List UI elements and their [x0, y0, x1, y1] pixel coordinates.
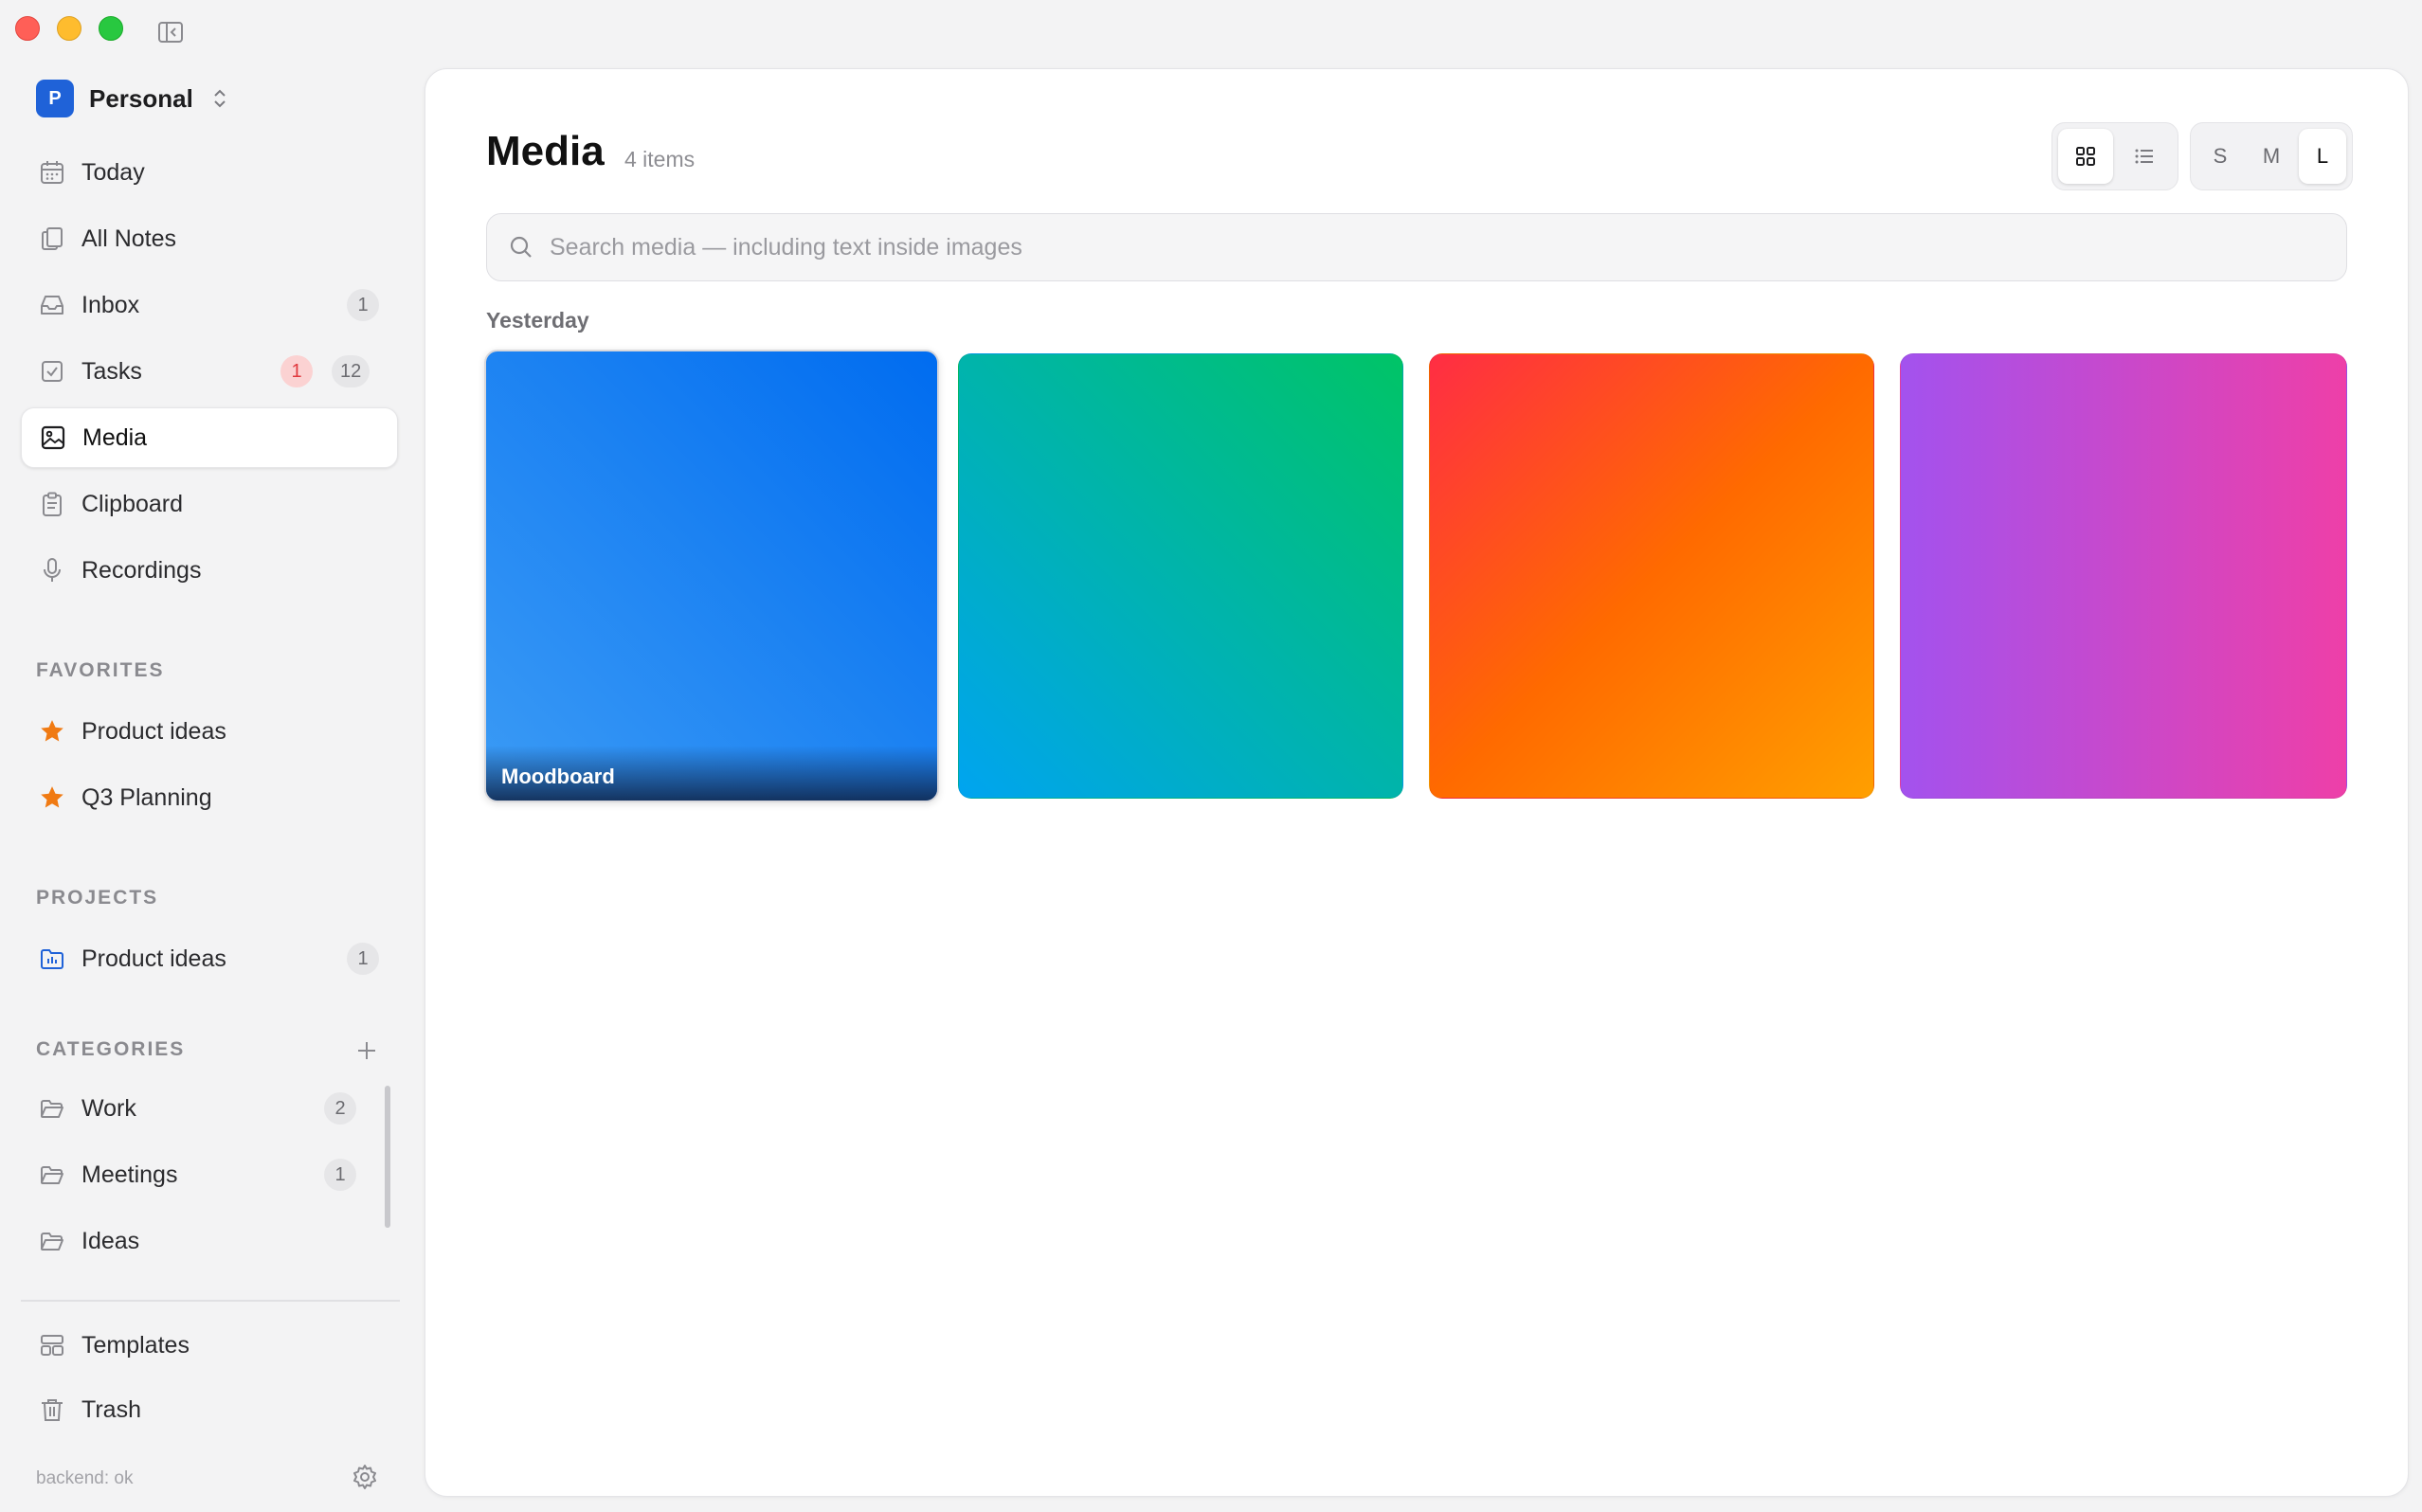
view-mode-toggle	[2051, 122, 2178, 190]
overdue-badge: 1	[280, 355, 313, 387]
category-item-meetings[interactable]: Meetings 1	[21, 1144, 373, 1205]
category-item-label: Work	[81, 1094, 136, 1122]
clipboard-icon	[38, 490, 66, 518]
star-icon	[38, 717, 66, 746]
checkbox-icon	[38, 357, 66, 386]
count-badge: 1	[347, 289, 379, 321]
workspace-switcher[interactable]: P Personal	[36, 80, 229, 117]
size-small-button[interactable]: S	[2196, 129, 2244, 184]
sidebar-item-label: Recordings	[81, 556, 202, 584]
favorite-item-label: Q3 Planning	[81, 783, 212, 811]
image-icon	[39, 423, 67, 452]
sidebar-item-label: Clipboard	[81, 490, 184, 517]
favorites-section-title: FAVORITES	[36, 659, 165, 681]
sidebar-item-today[interactable]: Today	[21, 142, 398, 203]
main-panel: Media 4 items S M L Yesterday Moodboard	[425, 68, 2409, 1497]
list-icon	[2135, 149, 2153, 164]
grid-icon	[2076, 147, 2095, 166]
search-bar	[486, 213, 2347, 281]
folder-icon	[38, 1161, 66, 1189]
sidebar-item-media[interactable]: Media	[21, 407, 398, 468]
folder-icon	[38, 1227, 66, 1255]
count-badge: 1	[347, 943, 379, 975]
sidebar-item-recordings[interactable]: Recordings	[21, 540, 398, 601]
sidebar-item-all-notes[interactable]: All Notes	[21, 208, 398, 269]
count-badge: 1	[324, 1159, 356, 1191]
star-icon	[38, 783, 66, 812]
sidebar-item-templates[interactable]: Templates	[21, 1315, 398, 1376]
search-input[interactable]	[550, 233, 2303, 261]
favorite-item-label: Product ideas	[81, 717, 226, 745]
folder-icon	[38, 1094, 66, 1123]
project-item-label: Product ideas	[81, 945, 226, 972]
workspace-avatar: P	[36, 80, 74, 117]
categories-section-title: CATEGORIES	[36, 1038, 186, 1060]
media-tile[interactable]	[1900, 353, 2347, 799]
favorite-item-product-ideas[interactable]: Product ideas	[21, 701, 398, 762]
chevron-updown-icon	[214, 89, 226, 108]
size-medium-button[interactable]: M	[2248, 129, 2295, 184]
grid-view-button[interactable]	[2058, 129, 2113, 184]
media-tile-caption: Moodboard	[486, 746, 937, 801]
sidebar-item-label: Templates	[81, 1331, 190, 1359]
projects-section-title: PROJECTS	[36, 887, 159, 909]
sidebar: P Personal Today All Notes Inbox 1 Tasks…	[0, 0, 417, 1512]
microphone-icon	[38, 556, 66, 585]
list-view-button[interactable]	[2117, 129, 2172, 184]
sidebar-item-label: Trash	[81, 1395, 141, 1423]
page-title: Media	[486, 128, 605, 174]
sidebar-item-clipboard[interactable]: Clipboard	[21, 474, 398, 534]
sidebar-item-tasks[interactable]: Tasks 1 12	[21, 341, 398, 402]
sidebar-divider	[21, 1300, 400, 1302]
size-large-button[interactable]: L	[2299, 129, 2346, 184]
date-group-label: Yesterday	[486, 308, 589, 333]
trash-icon	[38, 1395, 66, 1424]
sidebar-item-label: Media	[82, 423, 148, 451]
gear-icon[interactable]	[351, 1463, 379, 1491]
favorite-item-q3-planning[interactable]: Q3 Planning	[21, 767, 398, 828]
sidebar-scrollbar[interactable]	[385, 1086, 390, 1228]
count-badge: 2	[324, 1092, 356, 1125]
sidebar-item-trash[interactable]: Trash	[21, 1379, 398, 1440]
app-window: P Personal Today All Notes Inbox 1 Tasks…	[0, 0, 2422, 1512]
project-item-product-ideas[interactable]: Product ideas 1	[21, 928, 398, 989]
category-item-label: Meetings	[81, 1161, 178, 1188]
count-badge: 12	[332, 355, 371, 387]
category-item-ideas[interactable]: Ideas	[21, 1211, 373, 1271]
add-category-button[interactable]	[352, 1036, 381, 1065]
category-item-work[interactable]: Work 2	[21, 1078, 373, 1139]
category-item-label: Ideas	[81, 1227, 140, 1254]
documents-icon	[38, 225, 66, 253]
project-folder-icon	[38, 945, 66, 973]
media-tile[interactable]: Moodboard	[484, 350, 939, 802]
item-count: 4 items	[624, 147, 696, 171]
media-tile[interactable]	[1429, 353, 1874, 799]
workspace-name: Personal	[89, 83, 193, 113]
templates-icon	[38, 1331, 66, 1359]
thumbnail-size-toggle: S M L	[2190, 122, 2353, 190]
calendar-icon	[38, 158, 66, 187]
sidebar-item-label: All Notes	[81, 225, 177, 252]
sidebar-item-label: Tasks	[81, 357, 142, 385]
backend-status: backend: ok	[36, 1468, 134, 1488]
search-icon	[510, 236, 532, 258]
media-tile[interactable]	[958, 353, 1403, 799]
sidebar-item-label: Inbox	[81, 291, 140, 318]
sidebar-item-inbox[interactable]: Inbox 1	[21, 275, 398, 335]
inbox-icon	[38, 291, 66, 319]
sidebar-item-label: Today	[81, 158, 145, 186]
